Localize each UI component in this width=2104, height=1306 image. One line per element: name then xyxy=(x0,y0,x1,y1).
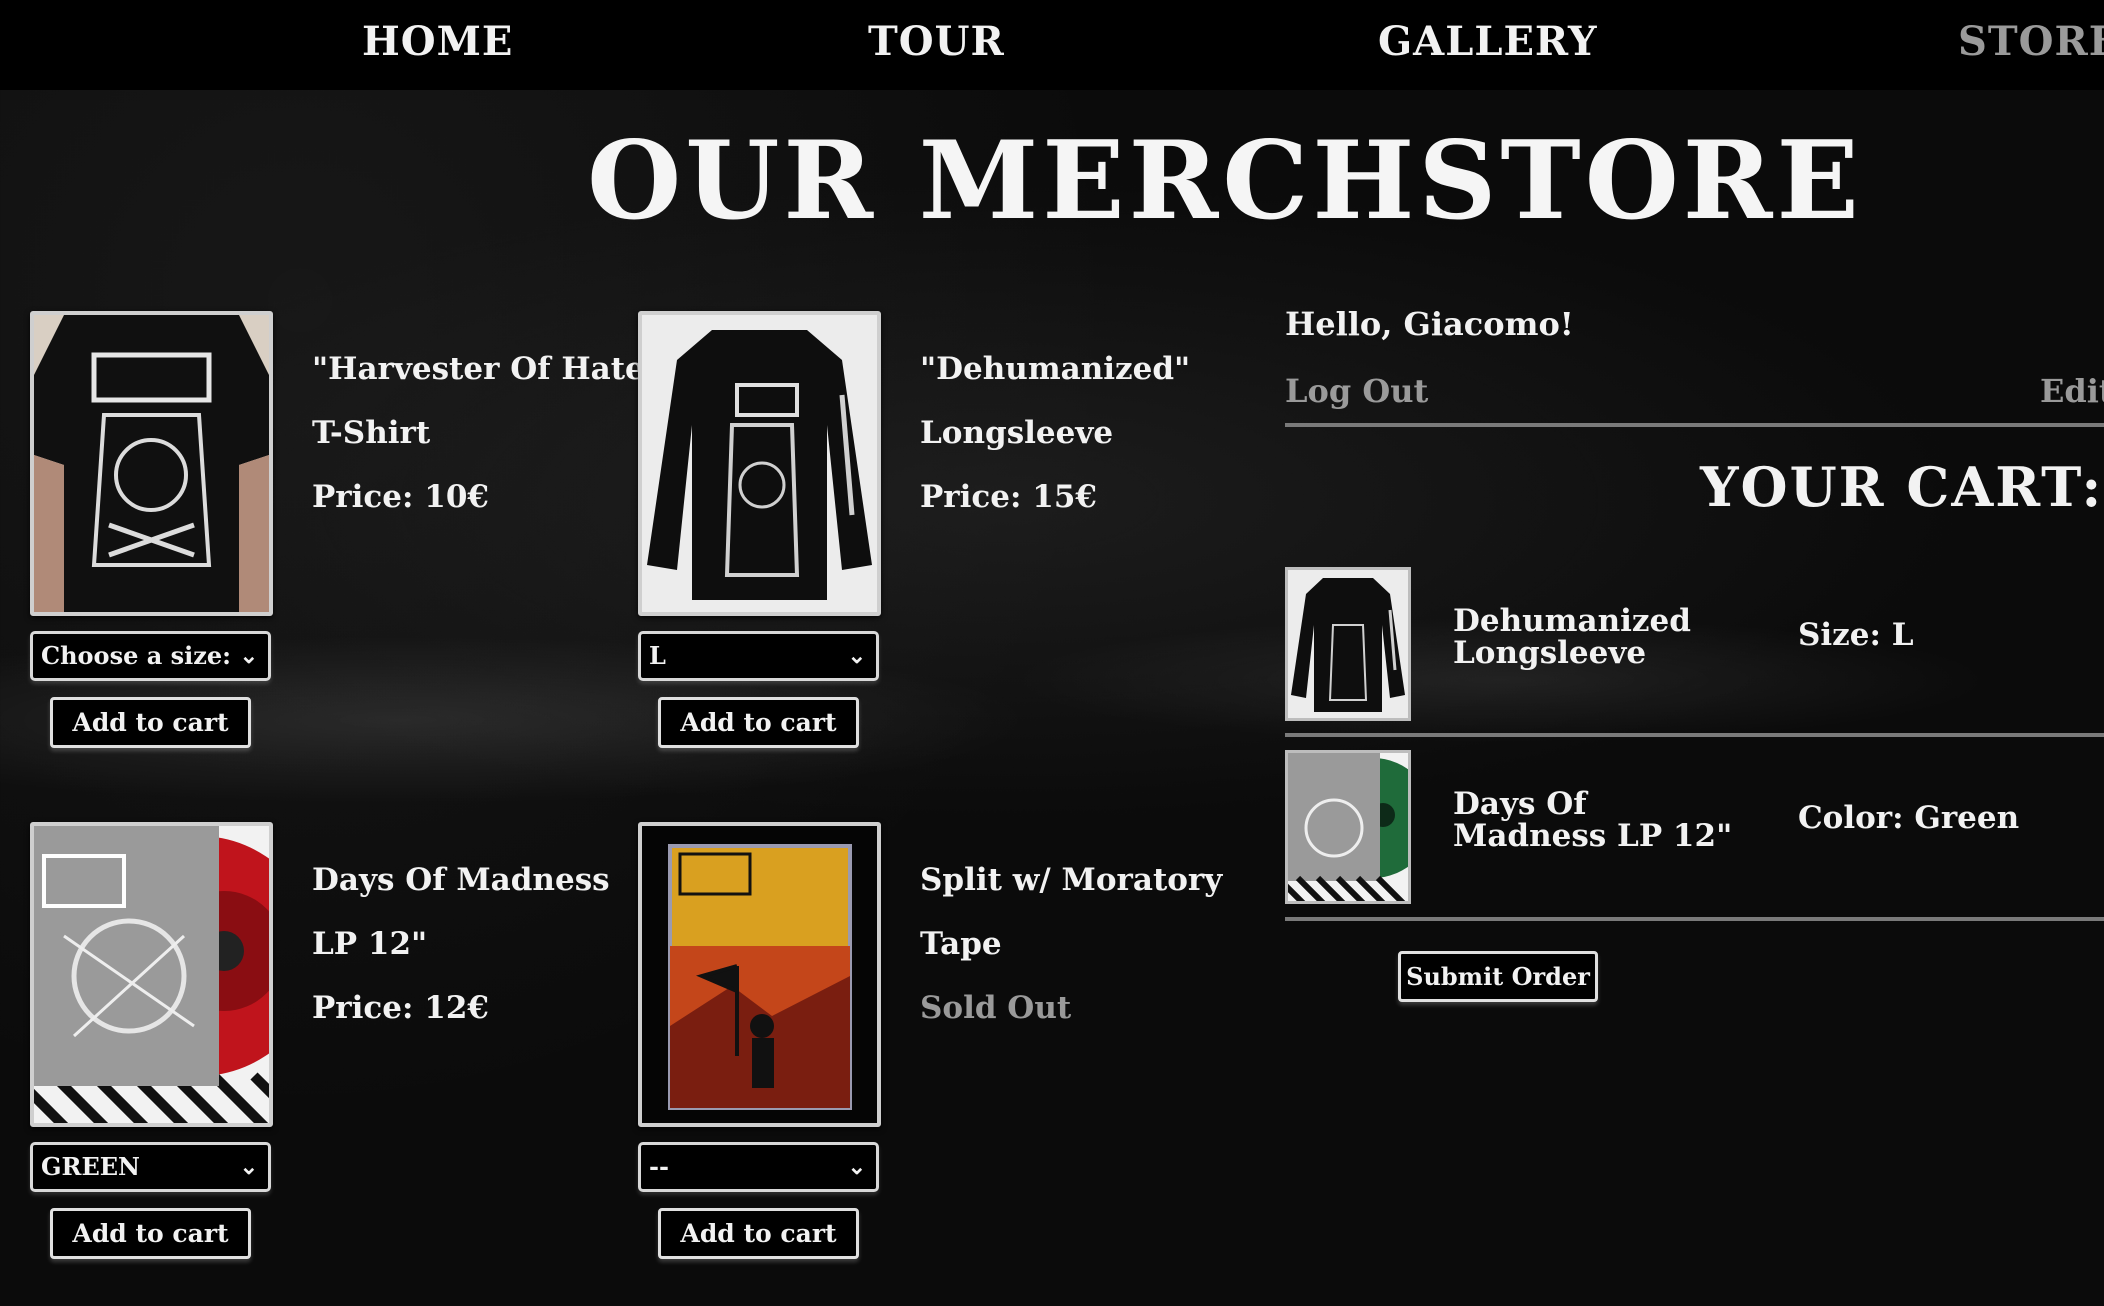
product-image[interactable] xyxy=(638,311,881,616)
product-type: Tape xyxy=(920,926,1002,962)
product-price: Price: 10€ xyxy=(312,479,489,515)
add-to-cart-button[interactable]: Add to cart xyxy=(50,697,251,748)
product-image[interactable] xyxy=(30,822,273,1127)
cart-item: Dehumanized Longsleeve Size: L xyxy=(1285,567,2104,721)
page-title: OUR MERCHSTORE xyxy=(587,118,1863,244)
product-status: Sold Out xyxy=(920,990,1072,1026)
product-price: Price: 15€ xyxy=(920,479,1097,515)
product-name: Days Of Madness xyxy=(312,862,610,898)
chevron-down-icon: ⌄ xyxy=(239,643,258,669)
product-info: "Harvester Of Hate" T-Shirt Price: 10€ xyxy=(312,351,661,543)
product-image[interactable] xyxy=(638,822,881,1127)
color-select[interactable]: GREEN ⌄ xyxy=(30,1142,271,1192)
add-to-cart-button[interactable]: Add to cart xyxy=(50,1208,251,1259)
product-name: "Dehumanized" xyxy=(920,351,1191,387)
edit-link[interactable]: Edit xyxy=(2040,372,2104,410)
cart-item-option: Color: Green xyxy=(1798,800,2020,836)
product-type: Longsleeve xyxy=(920,415,1114,451)
select-value: L xyxy=(649,641,666,670)
add-to-cart-button[interactable]: Add to cart xyxy=(658,697,859,748)
cart-title: YOUR CART: xyxy=(1700,455,2104,519)
size-select[interactable]: -- ⌄ xyxy=(638,1142,879,1192)
product-name: "Harvester Of Hate" xyxy=(312,351,661,387)
product-price: Price: 12€ xyxy=(312,990,489,1026)
select-value: -- xyxy=(649,1152,669,1181)
chevron-down-icon: ⌄ xyxy=(847,643,866,669)
product-type: LP 12" xyxy=(312,926,428,962)
product-info: Days Of Madness LP 12" Price: 12€ xyxy=(312,862,642,1054)
product-name: Split w/ Moratory xyxy=(920,862,1223,898)
submit-order-button[interactable]: Submit Order xyxy=(1398,951,1598,1002)
add-to-cart-button[interactable]: Add to cart xyxy=(658,1208,859,1259)
cart-item: Days Of Madness LP 12" Color: Green xyxy=(1285,750,2104,904)
divider xyxy=(1285,917,2104,921)
product-type: T-Shirt xyxy=(312,415,431,451)
cart-item-option: Size: L xyxy=(1798,617,1914,653)
cart-item-image xyxy=(1285,750,1411,904)
logout-link[interactable]: Log Out xyxy=(1285,372,1428,410)
select-value: Choose a size: xyxy=(41,641,231,670)
nav-store[interactable]: STORE xyxy=(1958,18,2104,65)
cart-item-name: Dehumanized Longsleeve xyxy=(1453,603,1691,671)
chevron-down-icon: ⌄ xyxy=(239,1154,258,1180)
select-value: GREEN xyxy=(41,1152,140,1181)
nav-home[interactable]: HOME xyxy=(362,18,513,65)
user-greeting: Hello, Giacomo! xyxy=(1285,305,1574,343)
cart-item-image xyxy=(1285,567,1411,721)
nav-gallery[interactable]: GALLERY xyxy=(1378,18,1598,65)
size-select[interactable]: L ⌄ xyxy=(638,631,879,681)
product-info: "Dehumanized" Longsleeve Price: 15€ xyxy=(920,351,1250,543)
product-info: Split w/ Moratory Tape Sold Out xyxy=(920,862,1250,1054)
divider xyxy=(1285,423,2104,427)
nav-tour[interactable]: TOUR xyxy=(868,18,1005,65)
chevron-down-icon: ⌄ xyxy=(847,1154,866,1180)
cart-item-name: Days Of Madness LP 12" xyxy=(1453,786,1733,854)
divider xyxy=(1285,733,2104,737)
size-select[interactable]: Choose a size: ⌄ xyxy=(30,631,271,681)
top-nav: HOME TOUR GALLERY STORE xyxy=(0,0,2104,90)
product-image[interactable] xyxy=(30,311,273,616)
